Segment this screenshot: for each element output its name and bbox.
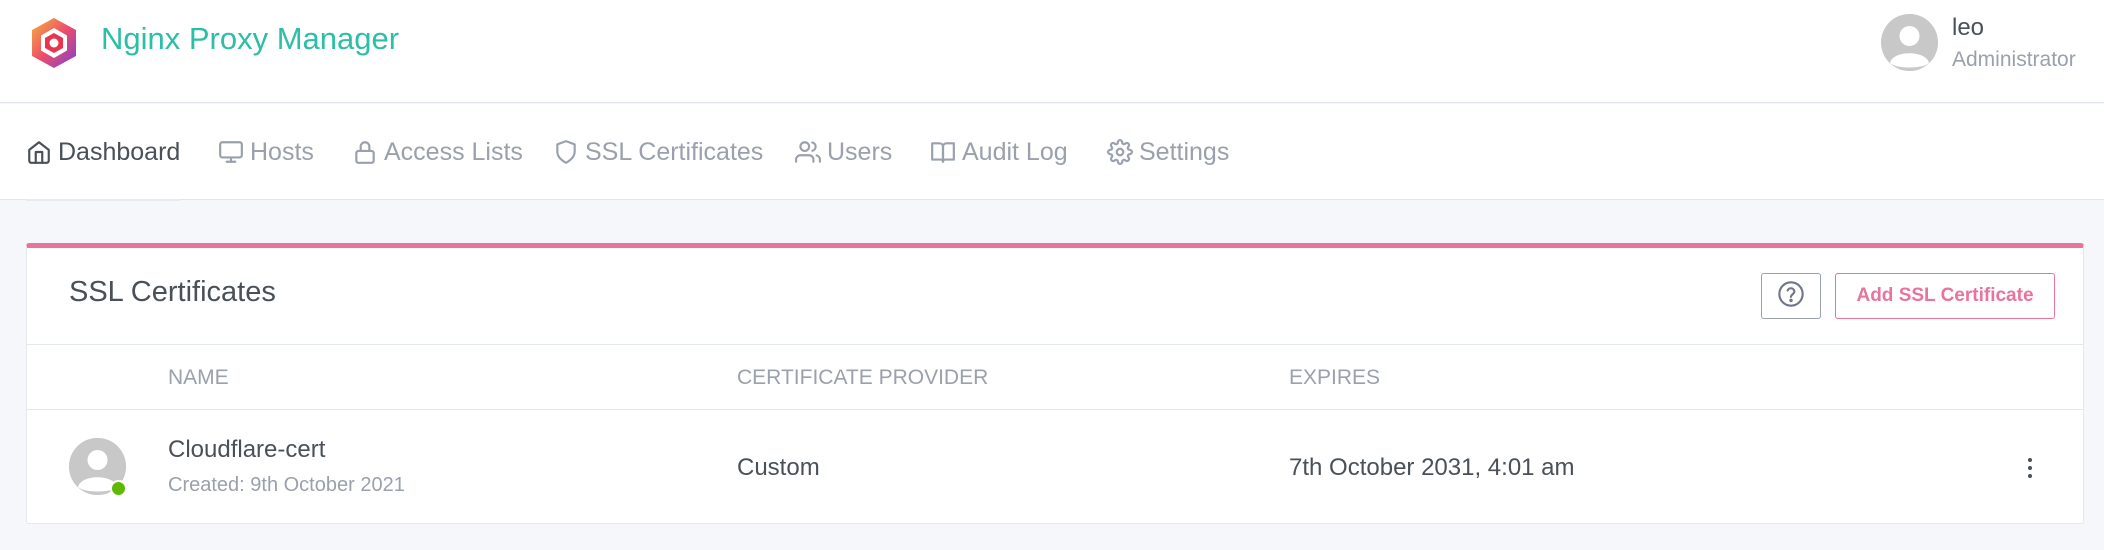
card-title: SSL Certificates bbox=[69, 276, 276, 308]
certificate-avatar-icon bbox=[69, 438, 127, 497]
shield-icon bbox=[553, 139, 579, 165]
npm-logo-icon[interactable] bbox=[28, 16, 80, 70]
status-online-dot bbox=[110, 480, 127, 497]
add-ssl-certificate-button[interactable]: Add SSL Certificate bbox=[1835, 273, 2055, 319]
help-circle-icon bbox=[1777, 280, 1805, 313]
nav-item-ssl-certificates[interactable]: SSL Certificates bbox=[553, 104, 763, 200]
ssl-certificates-card: SSL Certificates Add SSL Certificate Nam… bbox=[26, 243, 2084, 524]
nav-label-dashboard: Dashboard bbox=[58, 137, 181, 166]
top-header: Nginx Proxy Manager leo Administrator bbox=[0, 0, 2104, 103]
divider bbox=[27, 344, 2083, 345]
lock-icon bbox=[352, 139, 378, 165]
nav-item-dashboard[interactable]: Dashboard bbox=[26, 104, 181, 201]
certificate-created: Created: 9th October 2021 bbox=[168, 474, 405, 496]
nav-item-access-lists[interactable]: Access Lists bbox=[352, 104, 523, 200]
nav-label-users: Users bbox=[827, 137, 893, 166]
nav-item-audit-log[interactable]: Audit Log bbox=[930, 104, 1068, 200]
app-brand-title[interactable]: Nginx Proxy Manager bbox=[101, 21, 399, 57]
nav-label-hosts: Hosts bbox=[250, 137, 314, 166]
help-button[interactable] bbox=[1761, 273, 1821, 319]
column-header-expires: Expires bbox=[1289, 366, 1381, 389]
user-avatar-icon[interactable] bbox=[1881, 14, 1938, 71]
home-icon bbox=[26, 139, 52, 165]
main-nav: Dashboard Hosts Access Lists SSL Certifi… bbox=[0, 104, 2104, 201]
certificate-provider: Custom bbox=[737, 454, 820, 481]
column-header-name: Name bbox=[168, 366, 229, 389]
nav-label-access-lists: Access Lists bbox=[384, 137, 523, 166]
user-role: Administrator bbox=[1952, 48, 2076, 71]
divider bbox=[27, 409, 2083, 410]
row-menu-kebab-icon[interactable] bbox=[2015, 448, 2045, 488]
column-header-provider: Certificate Provider bbox=[737, 366, 989, 389]
gear-icon bbox=[1107, 139, 1133, 165]
nav-item-users[interactable]: Users bbox=[795, 104, 892, 200]
user-name[interactable]: leo bbox=[1952, 14, 1984, 42]
certificate-expires: 7th October 2031, 4:01 am bbox=[1289, 454, 1575, 481]
nav-label-audit-log: Audit Log bbox=[962, 137, 1068, 166]
monitor-icon bbox=[218, 139, 244, 165]
nav-label-ssl-certificates: SSL Certificates bbox=[585, 137, 764, 166]
nav-item-hosts[interactable]: Hosts bbox=[218, 104, 314, 200]
nav-item-settings[interactable]: Settings bbox=[1107, 104, 1229, 200]
certificate-name: Cloudflare-cert bbox=[168, 436, 326, 463]
book-icon bbox=[930, 139, 956, 165]
users-icon bbox=[795, 139, 821, 165]
nav-label-settings: Settings bbox=[1139, 137, 1230, 166]
